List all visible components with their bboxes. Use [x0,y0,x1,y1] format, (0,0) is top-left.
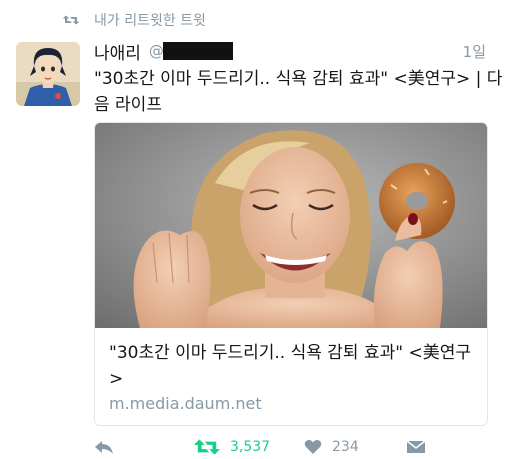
tweet-text: "30초간 이마 두드리기.. 식욕 감퇴 효과" <美연구> | 다음 라이프 [94,69,503,115]
author-handle[interactable]: @ [148,42,233,60]
avatar[interactable] [16,42,80,106]
retweet-count: 3,537 [230,439,271,455]
heart-icon [304,440,322,454]
tweet-timestamp[interactable]: 1일 [463,41,486,62]
message-icon [406,440,426,453]
tweet-actions: 3,537 234 [94,436,514,458]
like-button[interactable]: 234 [304,436,359,458]
tweet-header: 나애리 @ 1일 [94,39,494,64]
link-card[interactable]: "30초간 이마 두드리기.. 식욕 감퇴 효과" <美연구> m.media.… [94,122,488,426]
retweet-context-label: 내가 리트윗한 트윗 [94,13,206,29]
retweet-context: 내가 리트윗한 트윗 [62,10,206,30]
card-domain: m.media.daum.net [109,394,262,413]
handle-redaction [162,42,233,60]
card-image [95,123,487,328]
handle-prefix: @ [148,42,164,60]
retweet-button[interactable]: 3,537 [194,436,270,458]
author-name[interactable]: 나애리 [94,39,141,64]
card-title: "30초간 이마 두드리기.. 식욕 감퇴 효과" <美연구> [109,343,471,389]
message-button[interactable] [406,436,426,458]
retweet-icon [194,439,220,455]
like-count: 234 [332,439,359,455]
reply-icon [95,441,113,454]
reply-button[interactable] [94,436,114,458]
retweet-icon [62,15,80,25]
